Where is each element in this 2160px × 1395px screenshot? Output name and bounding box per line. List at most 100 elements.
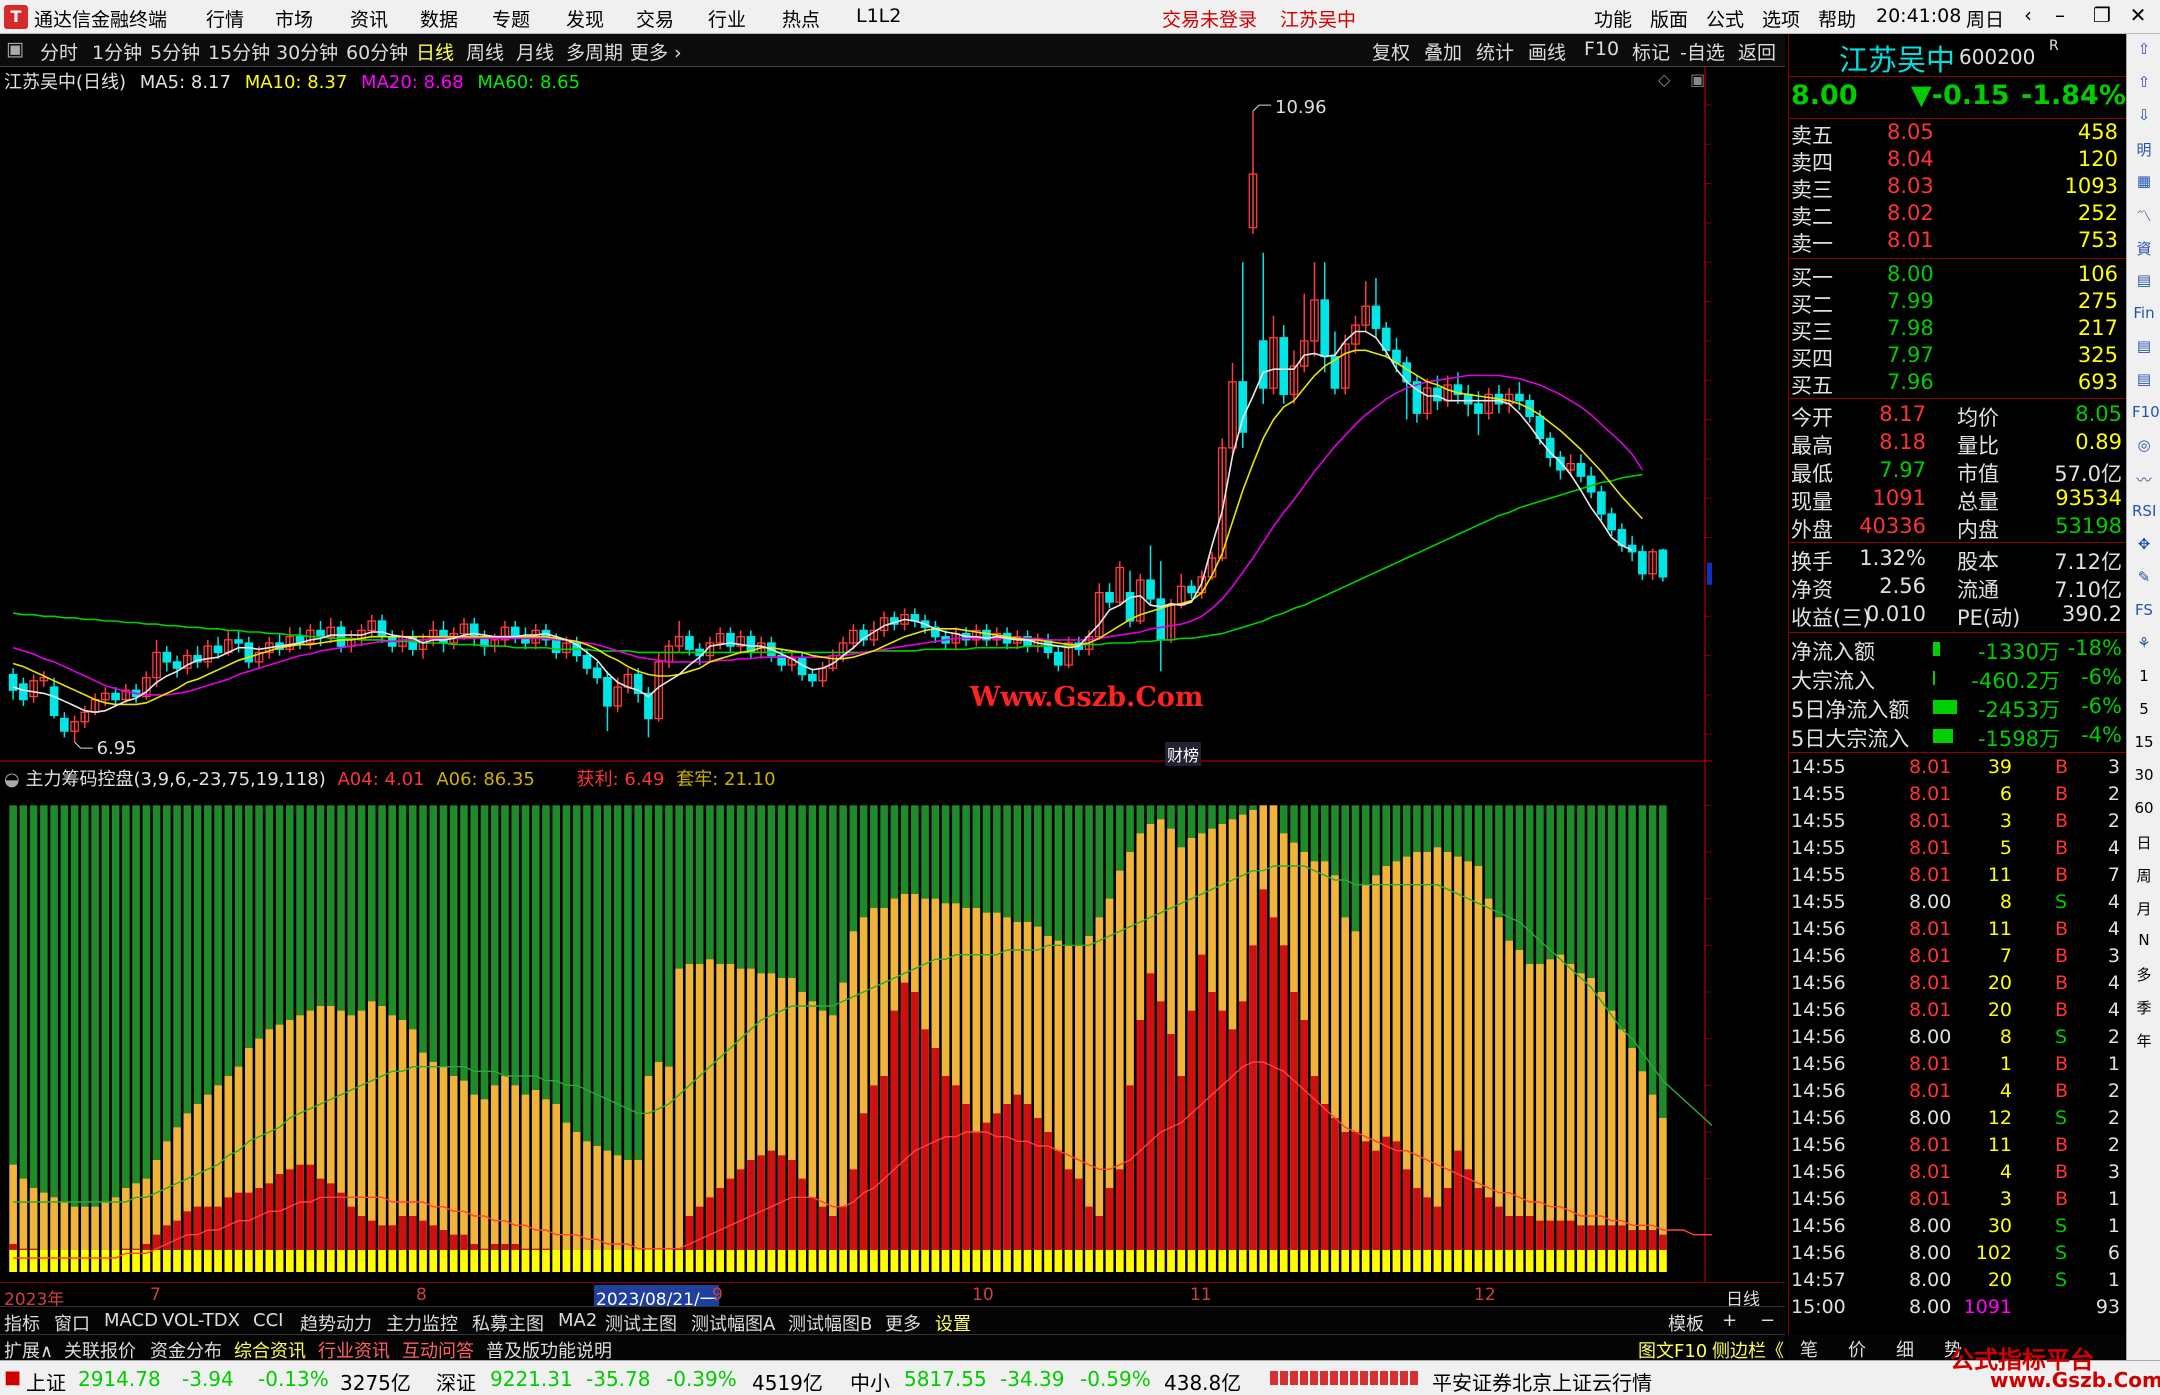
right-tool-14[interactable]: RSI — [2132, 502, 2156, 526]
candle-body[interactable] — [1638, 551, 1647, 575]
menu-item-2[interactable]: 资讯 — [350, 5, 388, 32]
candle-body[interactable] — [726, 632, 735, 647]
indicator-tab-12[interactable]: 更多 — [885, 1310, 921, 1336]
right-tool-12[interactable]: ◎ — [2132, 436, 2156, 460]
right-tool-9[interactable]: ▤ — [2132, 337, 2156, 361]
candle-body[interactable] — [1238, 381, 1248, 433]
right-tool-6[interactable]: 資 — [2132, 238, 2156, 262]
candle-body[interactable] — [1187, 585, 1196, 594]
right-tool-4[interactable]: ▦ — [2132, 172, 2156, 196]
right-tool-18[interactable]: ⚘ — [2132, 634, 2156, 658]
candle-body[interactable] — [234, 639, 243, 644]
candle-body[interactable] — [1371, 305, 1381, 329]
right-tool-0[interactable]: ⇧ — [2132, 40, 2156, 64]
tab-period-5[interactable]: 60分钟 — [346, 38, 408, 65]
candle-body[interactable] — [1146, 579, 1155, 600]
tab-period-10[interactable]: 更多 › — [630, 38, 682, 65]
menu-right-0[interactable]: 功能 — [1594, 5, 1632, 32]
right-tool-2[interactable]: ⇩ — [2132, 106, 2156, 130]
candle-body[interactable] — [316, 629, 325, 638]
right-tool-13[interactable]: 〰 — [2132, 469, 2156, 493]
candle-body[interactable] — [1597, 491, 1606, 515]
menu-item-0[interactable]: 行情 — [206, 5, 244, 32]
candle-body[interactable] — [1258, 340, 1268, 389]
template-button[interactable]: 模板 — [1668, 1310, 1704, 1336]
tab-period-0[interactable]: 分时 — [40, 38, 78, 65]
candle-body[interactable] — [244, 642, 254, 663]
candle-body[interactable] — [60, 717, 69, 732]
candle-body[interactable] — [172, 661, 182, 669]
indicator-tab-5[interactable]: 趋势动力 — [300, 1310, 372, 1336]
tick-bar-0[interactable]: 笔 — [1800, 1336, 1818, 1362]
chip-control-indicator-chart[interactable]: 100.090.0080.0070.0060.0050.0040.0030.00… — [0, 762, 1712, 1282]
tab-period-9[interactable]: 多周期 — [566, 38, 623, 65]
bid-row[interactable]: 买二 7.99 275 — [1791, 289, 2124, 317]
ask-row[interactable]: 卖四 8.04 120 — [1791, 147, 2124, 175]
candle-body[interactable] — [1433, 387, 1442, 402]
ask-row[interactable]: 卖二 8.02 252 — [1791, 201, 2124, 229]
menu-right-4[interactable]: 帮助 — [1818, 5, 1856, 32]
right-tool-21[interactable]: 15 — [2132, 733, 2156, 757]
menu-item-1[interactable]: 市场 — [275, 5, 313, 32]
tab-period-6[interactable]: 日线 — [416, 38, 454, 65]
bid-row[interactable]: 买一 8.00 106 — [1791, 262, 2124, 290]
right-tool-29[interactable]: 季 — [2132, 997, 2156, 1021]
candlestick-chart[interactable]: 11.0010.7510.5010.2510.009.759.509.259.0… — [0, 67, 1712, 762]
back-icon[interactable]: ‹ — [2014, 3, 2042, 29]
zx-name[interactable]: 中小 — [850, 1367, 890, 1395]
menu-item-4[interactable]: 专题 — [492, 5, 530, 32]
right-tool-5[interactable]: 〽 — [2132, 205, 2156, 229]
candle-body[interactable] — [551, 639, 561, 654]
candle-body[interactable] — [1658, 549, 1668, 578]
candle-body[interactable] — [582, 654, 592, 669]
candle-body[interactable] — [469, 623, 479, 638]
right-tool-27[interactable]: N — [2132, 931, 2156, 955]
right-tool-23[interactable]: 60 — [2132, 799, 2156, 823]
menu-item-8[interactable]: 热点 — [782, 5, 820, 32]
right-tool-20[interactable]: 5 — [2132, 700, 2156, 724]
candle-body[interactable] — [592, 667, 602, 679]
candle-body[interactable] — [162, 651, 172, 663]
right-tool-11[interactable]: F10 — [2132, 403, 2160, 427]
candle-body[interactable] — [1105, 592, 1114, 603]
indicator-tab-9[interactable]: 测试主图 — [605, 1310, 677, 1336]
menu-item-7[interactable]: 行业 — [708, 5, 746, 32]
candle-body[interactable] — [1515, 393, 1524, 402]
sh-name[interactable]: 上证 — [26, 1367, 66, 1395]
tool-button-7[interactable]: 返回 — [1738, 38, 1776, 65]
tab-period-4[interactable]: 30分钟 — [276, 38, 338, 65]
candle-body[interactable] — [336, 626, 346, 647]
menu-item-6[interactable]: 交易 — [636, 5, 674, 32]
candle-body[interactable] — [1053, 651, 1063, 666]
indicator-tab-2[interactable]: MACD — [104, 1310, 158, 1331]
sz-name[interactable]: 深证 — [436, 1367, 476, 1395]
candle-body[interactable] — [111, 692, 120, 701]
right-tool-1[interactable]: ⇧ — [2132, 73, 2156, 97]
layout-icon[interactable]: ▣ — [6, 38, 24, 60]
candle-body[interactable] — [808, 673, 817, 682]
right-tool-8[interactable]: Fin — [2132, 304, 2156, 328]
candle-body[interactable] — [1576, 462, 1586, 477]
minimize-icon[interactable]: – — [2046, 3, 2074, 29]
candle-body[interactable] — [1607, 513, 1616, 531]
tool-button-5[interactable]: 标记 — [1632, 38, 1670, 65]
tool-button-1[interactable]: 叠加 — [1424, 38, 1462, 65]
menu-right-1[interactable]: 版面 — [1650, 5, 1688, 32]
bid-row[interactable]: 买四 7.97 325 — [1791, 343, 2124, 371]
server-name[interactable]: 平安证券北京上证云行情 — [1432, 1367, 1652, 1395]
candle-body[interactable] — [510, 626, 520, 638]
tool-button-3[interactable]: 画线 — [1528, 38, 1566, 65]
indicator-tab-6[interactable]: 主力监控 — [386, 1310, 458, 1336]
tool-button-2[interactable]: 统计 — [1476, 38, 1514, 65]
right-tool-19[interactable]: 1 — [2132, 667, 2156, 691]
collapse-icon[interactable]: ◒ — [4, 769, 20, 790]
indicator-tab-0[interactable]: 指标 — [4, 1310, 40, 1336]
login-status[interactable]: 交易未登录 — [1162, 5, 1257, 32]
candle-body[interactable] — [1463, 393, 1473, 405]
right-tool-26[interactable]: 月 — [2132, 898, 2156, 922]
close-icon[interactable]: ✕ — [2124, 3, 2152, 29]
right-tool-25[interactable]: 周 — [2132, 865, 2156, 889]
tab-period-8[interactable]: 月线 — [516, 38, 554, 65]
candle-body[interactable] — [19, 683, 28, 701]
right-tool-3[interactable]: 明 — [2132, 139, 2156, 163]
